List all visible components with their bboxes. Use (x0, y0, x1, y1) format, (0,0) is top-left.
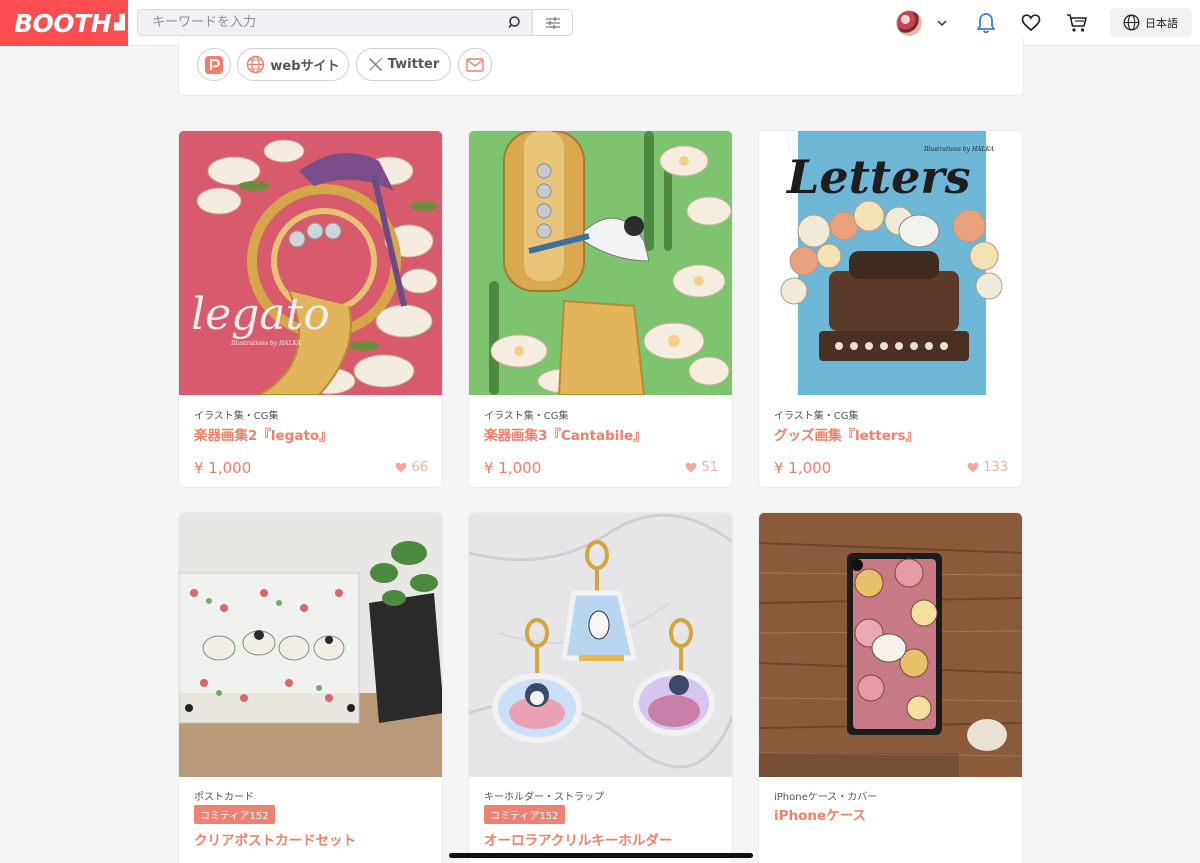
twitter-link-label: Twitter (387, 57, 440, 72)
language-label: 日本語 (1145, 16, 1178, 30)
filter-button[interactable] (533, 9, 573, 36)
heart-icon (967, 462, 979, 473)
like-count[interactable]: 133 (967, 460, 1008, 475)
product-thumbnail-keychain[interactable] (469, 513, 732, 777)
product-thumbnail-iphone-case[interactable] (759, 513, 1022, 777)
product-card[interactable]: Letters Illustrations by HALKA イラスト集・CG集… (758, 130, 1023, 488)
chevron-down-icon[interactable] (935, 16, 949, 30)
product-price: ¥ 1,000 (194, 459, 252, 477)
product-thumbnail-postcard[interactable] (179, 513, 442, 777)
product-category: iPhoneケース・カバー (774, 792, 878, 803)
event-badge: コミティア152 (194, 805, 275, 824)
logo-mark-icon: ▟ (114, 15, 125, 31)
website-link-button[interactable]: webサイト (237, 48, 349, 81)
product-title[interactable]: クリアポストカードセット (194, 829, 356, 849)
globe-icon (247, 55, 265, 74)
pixiv-link-button[interactable] (197, 48, 231, 81)
product-category: イラスト集・CG集 (484, 411, 569, 422)
logo-text: BOOTH (14, 8, 112, 38)
mail-icon (466, 57, 484, 72)
home-indicator[interactable] (449, 853, 753, 858)
product-category: イラスト集・CG集 (194, 411, 279, 422)
letters-cover-credit: Illustrations by HALKA (923, 146, 995, 153)
product-title[interactable]: グッズ画集『letters』 (774, 424, 919, 444)
product-card[interactable]: ポストカード コミティア152 クリアポストカードセット (178, 512, 443, 863)
product-title[interactable]: オーロラアクリルキーホルダー (484, 829, 672, 849)
product-thumbnail-letters[interactable]: Letters Illustrations by HALKA (759, 131, 1022, 395)
product-thumbnail-cantabile[interactable] (469, 131, 732, 395)
product-title[interactable]: iPhoneケース (774, 804, 866, 824)
event-badge: コミティア152 (484, 805, 565, 824)
product-price: ¥ 1,000 (484, 459, 542, 477)
product-category: ポストカード (194, 792, 254, 803)
heart-icon (396, 462, 407, 473)
globe-icon (1123, 14, 1140, 31)
search-input[interactable] (138, 10, 498, 35)
cart-icon[interactable] (1065, 11, 1089, 35)
mail-link-button[interactable] (458, 48, 492, 81)
like-count-value: 51 (701, 460, 718, 475)
pixiv-icon (205, 55, 223, 74)
shop-profile-card: webサイト Twitter (178, 38, 1024, 96)
avatar[interactable] (896, 10, 922, 36)
heart-icon (686, 462, 697, 473)
product-title[interactable]: 楽器画集3『Cantabile』 (484, 424, 647, 444)
legato-cover-credit: Illustrations by HALKA (230, 340, 302, 347)
sliders-icon (545, 16, 560, 29)
search-box (137, 9, 533, 36)
like-count-value: 133 (983, 460, 1008, 475)
product-category: キーホルダー・ストラップ (484, 792, 604, 803)
search-icon[interactable] (498, 10, 532, 35)
product-price: ¥ 1,000 (774, 459, 832, 477)
x-icon (368, 57, 382, 72)
product-card[interactable]: キーホルダー・ストラップ コミティア152 オーロラアクリルキーホルダー (468, 512, 733, 863)
product-title[interactable]: 楽器画集2『legato』 (194, 424, 333, 444)
letters-cover-title: Letters (785, 150, 971, 204)
product-category: イラスト集・CG集 (774, 411, 859, 422)
language-button[interactable]: 日本語 (1110, 8, 1192, 37)
product-card[interactable]: iPhoneケース・カバー iPhoneケース (758, 512, 1023, 863)
bell-icon[interactable] (974, 11, 998, 35)
product-card[interactable]: legato Illustrations by HALKA イラスト集・CG集 … (178, 130, 443, 488)
booth-logo[interactable]: BOOTH ▟ (0, 0, 128, 46)
website-link-label: webサイト (270, 59, 340, 74)
product-card[interactable]: イラスト集・CG集 楽器画集3『Cantabile』 ¥ 1,000 51 (468, 130, 733, 488)
legato-cover-title: legato (191, 289, 330, 340)
twitter-link-button[interactable]: Twitter (356, 48, 451, 81)
heart-icon[interactable] (1019, 11, 1043, 35)
like-count[interactable]: 66 (395, 460, 428, 475)
product-thumbnail-legato[interactable]: legato Illustrations by HALKA (179, 131, 442, 395)
like-count-value: 66 (411, 460, 428, 475)
like-count[interactable]: 51 (685, 460, 718, 475)
